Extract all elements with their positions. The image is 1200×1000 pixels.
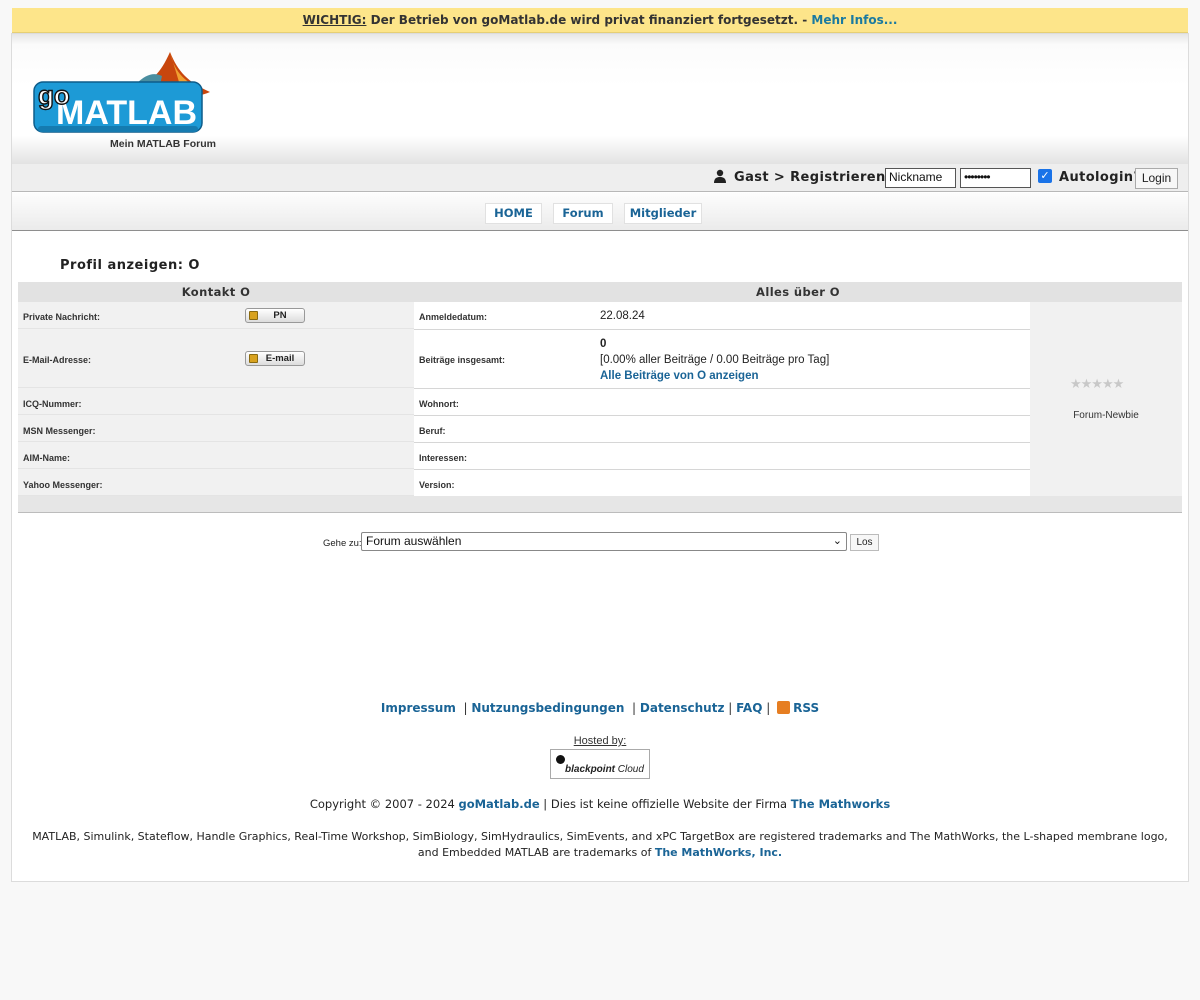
hosted-by-label: Hosted by: [573, 735, 627, 747]
footer-link-privacy[interactable]: Datenschutz [640, 701, 725, 715]
rank-stars-icon: ★★★★★ [1070, 377, 1124, 392]
pm-icon [249, 311, 258, 320]
notice-text: Der Betrieb von goMatlab.de wird privat … [366, 13, 812, 27]
mathworks-link[interactable]: The Mathworks [791, 797, 890, 811]
about-label: Beruf: [419, 426, 446, 436]
chevron-down-icon: ⌄ [832, 535, 842, 547]
profile-table-header: Kontakt O Alles über O [18, 282, 1182, 302]
autologin-checkbox[interactable]: ✓ [1038, 169, 1052, 183]
posts-stats: [0.00% aller Beiträge / 0.00 Beiträge pr… [600, 354, 830, 366]
posts-count: 0 [600, 338, 607, 350]
gomatlab-logo[interactable]: MATLAB go [32, 44, 212, 139]
blackpoint-dot-icon [556, 755, 565, 764]
nav-tab-home[interactable]: HOME [485, 203, 542, 224]
about-label: Interessen: [419, 453, 468, 463]
contact-row-yahoo: Yahoo Messenger: [18, 469, 414, 496]
all-posts-link[interactable]: Alle Beiträge von O anzeigen [600, 370, 758, 382]
nickname-input[interactable]: Nickname [885, 168, 956, 188]
notice-bar: WICHTIG: Der Betrieb von goMatlab.de wir… [12, 8, 1188, 33]
blackpoint-logo[interactable]: blackpoint Cloud [550, 749, 650, 779]
user-icon [714, 169, 726, 183]
nav-tab-members[interactable]: Mitglieder [624, 203, 702, 224]
footer-link-faq[interactable]: FAQ [736, 701, 762, 715]
contact-header: Kontakt O [181, 285, 251, 299]
site-header: MATLAB go Mein MATLAB Forum [12, 34, 1188, 164]
copyright: Copyright © 2007 - 2024 goMatlab.de | Di… [309, 797, 891, 811]
notice-more-link[interactable]: Mehr Infos... [811, 13, 897, 27]
footer-link-impressum[interactable]: Impressum [381, 701, 456, 715]
page-wrapper: MATLAB go Mein MATLAB Forum Gast > Regis… [11, 33, 1189, 882]
contact-row-pm: Private Nachricht: PN [18, 302, 414, 329]
about-row-posts: Beiträge insgesamt: 0 [0.00% aller Beitr… [414, 330, 1030, 389]
forum-select[interactable]: Forum auswählen ⌄ [361, 532, 847, 551]
pm-button[interactable]: PN [245, 308, 305, 323]
copyright-site-link[interactable]: goMatlab.de [458, 797, 539, 811]
main-nav: HOME Forum Mitglieder [12, 193, 1188, 231]
nav-tab-forum[interactable]: Forum [553, 203, 613, 224]
contact-label: AIM-Name: [23, 453, 71, 463]
about-row-joined: Anmeldedatum: 22.08.24 [414, 302, 1030, 330]
about-label: Wohnort: [419, 399, 459, 409]
about-label: Anmeldedatum: [419, 312, 488, 322]
forum-select-value: Forum auswählen [366, 534, 462, 548]
autologin-label: Autologin? [1059, 170, 1142, 185]
trademark-notice: MATLAB, Simulink, Stateflow, Handle Grap… [32, 830, 1168, 859]
about-row-interests: Interessen: [414, 443, 1030, 470]
contact-label: MSN Messenger: [23, 426, 96, 436]
login-button[interactable]: Login [1135, 168, 1178, 189]
jump-go-button[interactable]: Los [850, 534, 879, 551]
footer-link-terms[interactable]: Nutzungsbedingungen [471, 701, 624, 715]
profile-table-footer [18, 496, 1182, 513]
about-row-location: Wohnort: [414, 389, 1030, 416]
login-bar: Gast > Registrieren Nickname •••••••• ✓ … [12, 164, 1188, 192]
password-input[interactable]: •••••••• [960, 168, 1031, 188]
blackpoint-text: blackpoint Cloud [565, 764, 644, 775]
rank-title: Forum-Newbie [1073, 410, 1139, 421]
email-button[interactable]: E-mail [245, 351, 305, 366]
about-row-job: Beruf: [414, 416, 1030, 443]
notice-important: WICHTIG: [302, 13, 367, 27]
mathworks-inc-link[interactable]: The MathWorks, Inc. [655, 846, 782, 859]
page-title: Profil anzeigen: O [60, 258, 200, 273]
contact-label: E-Mail-Adresse: [23, 355, 92, 365]
contact-row-icq: ICQ-Nummer: [18, 388, 414, 415]
about-label: Version: [419, 480, 455, 490]
site-tagline: Mein MATLAB Forum [110, 138, 216, 150]
rss-icon[interactable] [777, 701, 791, 714]
about-header: Alles über O [756, 285, 840, 299]
contact-row-email: E-Mail-Adresse: E-mail [18, 329, 414, 388]
contact-row-aim: AIM-Name: [18, 442, 414, 469]
contact-label: Yahoo Messenger: [23, 480, 103, 490]
footer-links: Impressum | Nutzungsbedingungen | Datens… [380, 701, 820, 715]
logo-text: MATLAB [56, 94, 197, 132]
email-icon [249, 354, 258, 363]
about-label: Beiträge insgesamt: [419, 355, 506, 365]
jump-label: Gehe zu: [323, 538, 362, 549]
contact-row-msn: MSN Messenger: [18, 415, 414, 442]
logo-prefix: go [38, 80, 70, 110]
rank-cell: ★★★★★ Forum-Newbie [1030, 302, 1182, 496]
contact-label: Private Nachricht: [23, 312, 101, 322]
joined-date: 22.08.24 [600, 310, 645, 322]
guest-register-link[interactable]: Gast > Registrieren [734, 170, 886, 185]
footer-link-rss[interactable]: RSS [793, 701, 819, 715]
about-row-version: Version: [414, 470, 1030, 496]
contact-label: ICQ-Nummer: [23, 399, 82, 409]
